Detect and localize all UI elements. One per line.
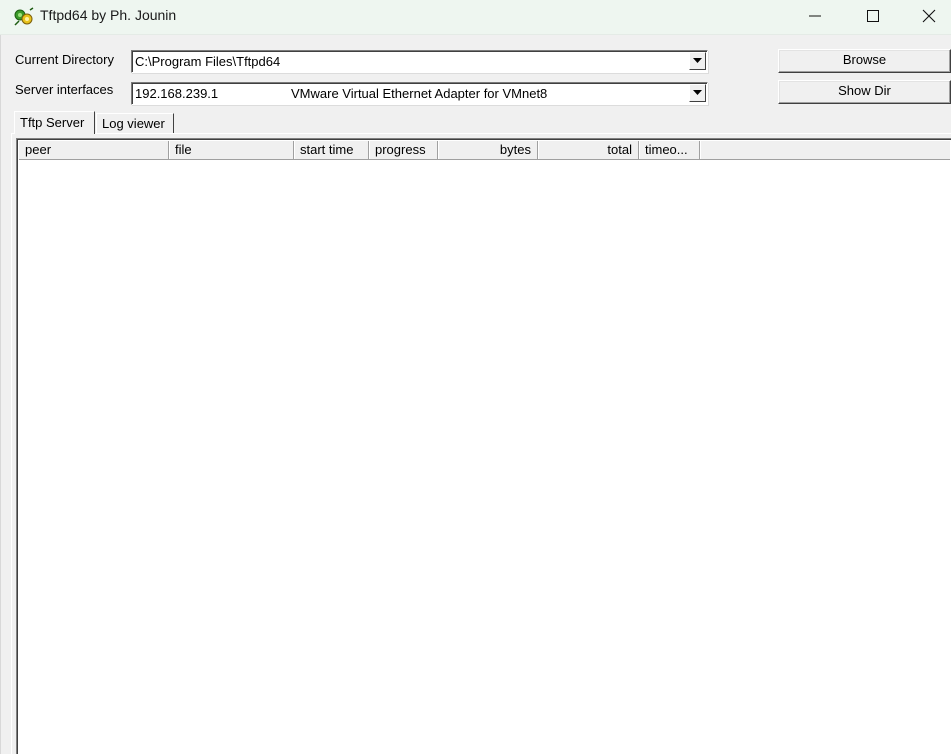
tab-log-viewer[interactable]: Log viewer xyxy=(96,113,174,133)
column-header-start-time[interactable]: start time xyxy=(294,141,369,159)
transfers-list-header: peer file start time progress bytes tota… xyxy=(19,141,950,160)
tftpd64-app-icon xyxy=(14,7,34,26)
tab-tftp-server-label: Tftp Server xyxy=(20,115,85,130)
minimize-icon xyxy=(809,15,821,17)
close-icon xyxy=(922,9,935,23)
server-interfaces-combo[interactable]: 192.168.239.1 VMware Virtual Ethernet Ad… xyxy=(131,82,708,105)
column-header-timeout[interactable]: timeo... xyxy=(639,141,700,159)
show-dir-button[interactable]: Show Dir xyxy=(778,80,951,104)
tab-log-viewer-label: Log viewer xyxy=(102,116,165,131)
maximize-button[interactable] xyxy=(848,0,898,32)
server-interface-name: VMware Virtual Ethernet Adapter for VMne… xyxy=(291,86,548,101)
maximize-icon xyxy=(867,10,879,22)
minimize-button[interactable] xyxy=(790,0,840,32)
window-title: Tftpd64 by Ph. Jounin xyxy=(40,7,177,23)
current-directory-value: C:\Program Files\Tftpd64 xyxy=(135,54,281,69)
column-header-total[interactable]: total xyxy=(538,141,639,159)
current-directory-dropdown-button[interactable] xyxy=(689,52,706,70)
window-left-border xyxy=(0,35,4,754)
column-header-bytes[interactable]: bytes xyxy=(438,141,538,159)
chevron-down-icon xyxy=(693,90,702,95)
tab-tftp-server[interactable]: Tftp Server xyxy=(14,111,95,134)
chevron-down-icon xyxy=(693,58,702,63)
server-interfaces-dropdown-button[interactable] xyxy=(689,84,706,102)
column-header-peer[interactable]: peer xyxy=(19,141,169,159)
server-interface-ip: 192.168.239.1 xyxy=(135,86,219,101)
close-button[interactable] xyxy=(906,0,951,32)
server-interfaces-label: Server interfaces xyxy=(15,82,114,97)
title-bar[interactable]: Tftpd64 by Ph. Jounin xyxy=(0,0,951,35)
column-header-progress[interactable]: progress xyxy=(369,141,438,159)
column-header-file[interactable]: file xyxy=(169,141,294,159)
current-directory-label: Current Directory xyxy=(15,52,114,67)
current-directory-combo[interactable]: C:\Program Files\Tftpd64 xyxy=(131,50,708,73)
transfers-list[interactable]: peer file start time progress bytes tota… xyxy=(16,138,951,754)
browse-button[interactable]: Browse xyxy=(778,49,951,73)
